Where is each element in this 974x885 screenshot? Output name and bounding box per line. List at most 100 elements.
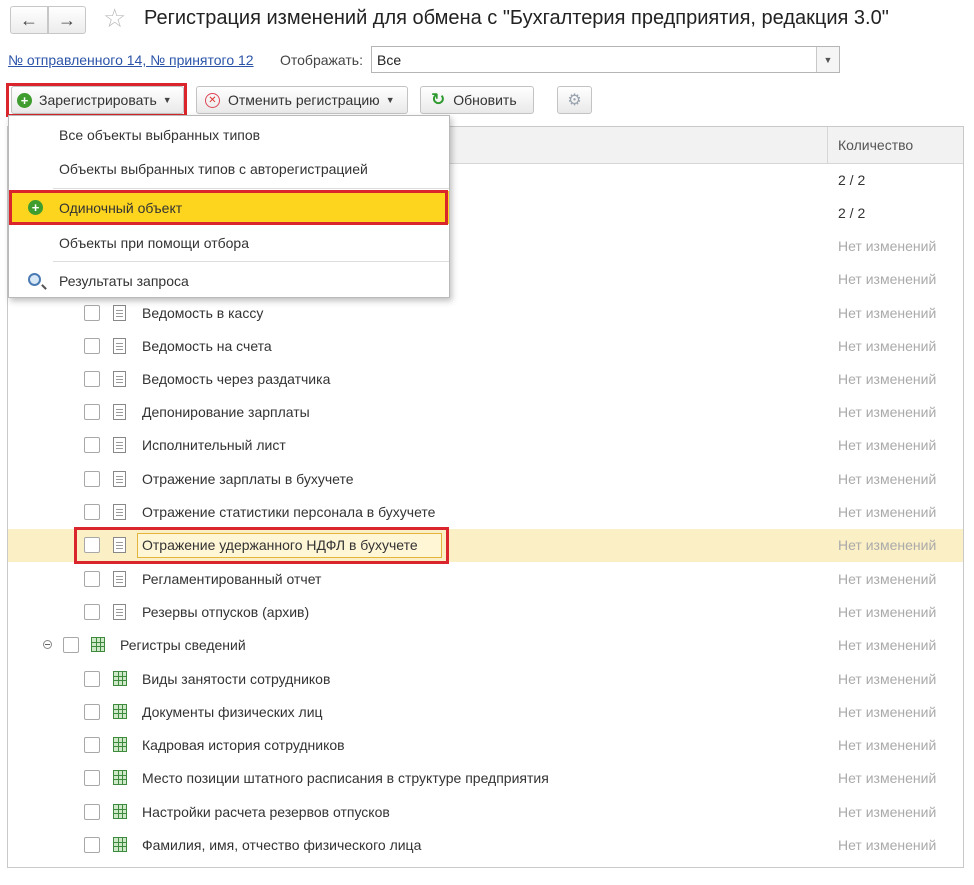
menu-item-query-results[interactable]: Результаты запроса xyxy=(9,264,449,297)
table-row-group[interactable]: Регистры сведений Нет изменений xyxy=(8,629,963,662)
table-row[interactable]: Ведомость на счета Нет изменений xyxy=(8,330,963,363)
row-checkbox[interactable] xyxy=(84,837,100,853)
row-name: Документы физических лиц xyxy=(142,704,323,720)
register-highlight xyxy=(6,83,187,117)
row-checkbox[interactable] xyxy=(84,770,100,786)
row-checkbox[interactable] xyxy=(84,471,100,487)
refresh-button-label: Обновить xyxy=(453,92,517,108)
document-icon xyxy=(113,504,126,520)
row-name: Виды занятости сотрудников xyxy=(142,671,331,687)
table-row[interactable]: Ведомость в кассу Нет изменений xyxy=(8,297,963,330)
register-table-icon xyxy=(113,770,127,785)
row-count: Нет изменений xyxy=(838,238,937,254)
row-name: Настройки расчета резервов отпусков xyxy=(142,804,390,820)
row-checkbox[interactable] xyxy=(84,704,100,720)
register-table-icon xyxy=(113,837,127,852)
row-count: Нет изменений xyxy=(838,537,937,553)
star-icon[interactable]: ☆ xyxy=(103,4,126,32)
magnifier-icon xyxy=(28,273,41,286)
show-select-value: Все xyxy=(377,52,402,68)
row-count: Нет изменений xyxy=(838,770,937,786)
row-name: Резервы отпусков (архив) xyxy=(142,604,310,620)
row-checkbox[interactable] xyxy=(84,571,100,587)
menu-item-autoregistration[interactable]: Объекты выбранных типов с авторегистраци… xyxy=(9,152,449,185)
document-icon xyxy=(113,305,126,321)
show-select[interactable]: Все ▼ xyxy=(371,46,840,73)
table-row[interactable]: Депонирование зарплаты Нет изменений xyxy=(8,396,963,429)
table-row[interactable]: Документы физических лиц Нет изменений xyxy=(8,696,963,729)
document-icon xyxy=(113,471,126,487)
settings-button[interactable]: ⚙ xyxy=(557,86,592,114)
menu-item-by-filter[interactable]: Объекты при помощи отбора xyxy=(9,226,449,259)
collapse-icon[interactable] xyxy=(43,640,52,649)
exchange-numbers-link[interactable]: № отправленного 14, № принятого 12 xyxy=(8,52,254,68)
row-name: Отражение зарплаты в бухучете xyxy=(142,471,354,487)
gear-icon: ⚙ xyxy=(567,92,582,109)
back-button[interactable]: ← xyxy=(10,6,48,34)
row-count: Нет изменений xyxy=(838,504,937,520)
row-checkbox[interactable] xyxy=(84,371,100,387)
menu-separator xyxy=(53,188,449,189)
cancel-registration-label: Отменить регистрацию xyxy=(228,92,380,108)
row-count: Нет изменений xyxy=(838,371,937,387)
arrow-left-icon: ← xyxy=(20,9,38,30)
row-count: Нет изменений xyxy=(838,671,937,687)
row-count: Нет изменений xyxy=(838,271,937,287)
menu-item-all-objects[interactable]: Все объекты выбранных типов xyxy=(9,118,449,151)
table-row[interactable]: Кадровая история сотрудников Нет изменен… xyxy=(8,729,963,762)
register-table-icon xyxy=(91,637,105,652)
table-row[interactable]: Настройки расчета резервов отпусков Нет … xyxy=(8,796,963,829)
column-count-header[interactable]: Количество xyxy=(838,137,913,153)
row-name: Кадровая история сотрудников xyxy=(142,737,345,753)
document-icon xyxy=(113,571,126,587)
row-checkbox[interactable] xyxy=(84,604,100,620)
table-row[interactable]: Исполнительный лист Нет изменений xyxy=(8,429,963,462)
row-name: Регламентированный отчет xyxy=(142,571,322,587)
table-row[interactable]: Виды занятости сотрудников Нет изменений xyxy=(8,663,963,696)
refresh-button[interactable]: ↻ Обновить xyxy=(420,86,534,114)
row-checkbox[interactable] xyxy=(84,305,100,321)
row-checkbox[interactable] xyxy=(84,338,100,354)
row-name: Ведомость на счета xyxy=(142,338,272,354)
show-label: Отображать: xyxy=(280,52,363,68)
row-count: Нет изменений xyxy=(838,704,937,720)
row-checkbox[interactable] xyxy=(84,737,100,753)
forward-button[interactable]: → xyxy=(48,6,86,34)
table-row[interactable]: Регламентированный отчет Нет изменений xyxy=(8,563,963,596)
row-count: Нет изменений xyxy=(838,305,937,321)
caret-down-icon: ▼ xyxy=(385,95,395,105)
row-count: Нет изменений xyxy=(838,804,937,820)
table-row[interactable]: Отражение зарплаты в бухучете Нет измене… xyxy=(8,463,963,496)
table-row[interactable]: Отражение статистики персонала в бухучет… xyxy=(8,496,963,529)
row-count: 2 / 2 xyxy=(838,172,866,188)
table-row[interactable]: Место позиции штатного расписания в стру… xyxy=(8,762,963,795)
table-row[interactable]: Ведомость через раздатчика Нет изменений xyxy=(8,363,963,396)
row-count: Нет изменений xyxy=(838,571,937,587)
row-checkbox[interactable] xyxy=(84,404,100,420)
register-dropdown-menu: Все объекты выбранных типов Объекты выбр… xyxy=(8,115,450,298)
document-icon xyxy=(113,404,126,420)
row-count: Нет изменений xyxy=(838,604,937,620)
document-icon xyxy=(113,604,126,620)
row-count: Нет изменений xyxy=(838,837,937,853)
cancel-registration-button[interactable]: ✕ Отменить регистрацию ▼ xyxy=(196,86,408,114)
table-row[interactable]: Фамилия, имя, отчество физического лица … xyxy=(8,829,963,862)
row-count: Нет изменений xyxy=(838,338,937,354)
row-highlight xyxy=(74,527,449,564)
row-checkbox[interactable] xyxy=(84,671,100,687)
table-row[interactable]: Резервы отпусков (архив) Нет изменений xyxy=(8,596,963,629)
row-name: Отражение статистики персонала в бухучет… xyxy=(142,504,436,520)
row-checkbox[interactable] xyxy=(84,504,100,520)
row-count: Нет изменений xyxy=(838,471,937,487)
row-count: Нет изменений xyxy=(838,437,937,453)
chevron-down-icon[interactable]: ▼ xyxy=(816,47,839,72)
row-checkbox[interactable] xyxy=(84,437,100,453)
row-checkbox[interactable] xyxy=(63,637,79,653)
document-icon xyxy=(113,338,126,354)
row-checkbox[interactable] xyxy=(84,804,100,820)
arrow-right-icon: → xyxy=(58,9,76,30)
row-count: Нет изменений xyxy=(838,737,937,753)
row-count: Нет изменений xyxy=(838,404,937,420)
register-table-icon xyxy=(113,737,127,752)
menu-separator xyxy=(53,261,449,262)
